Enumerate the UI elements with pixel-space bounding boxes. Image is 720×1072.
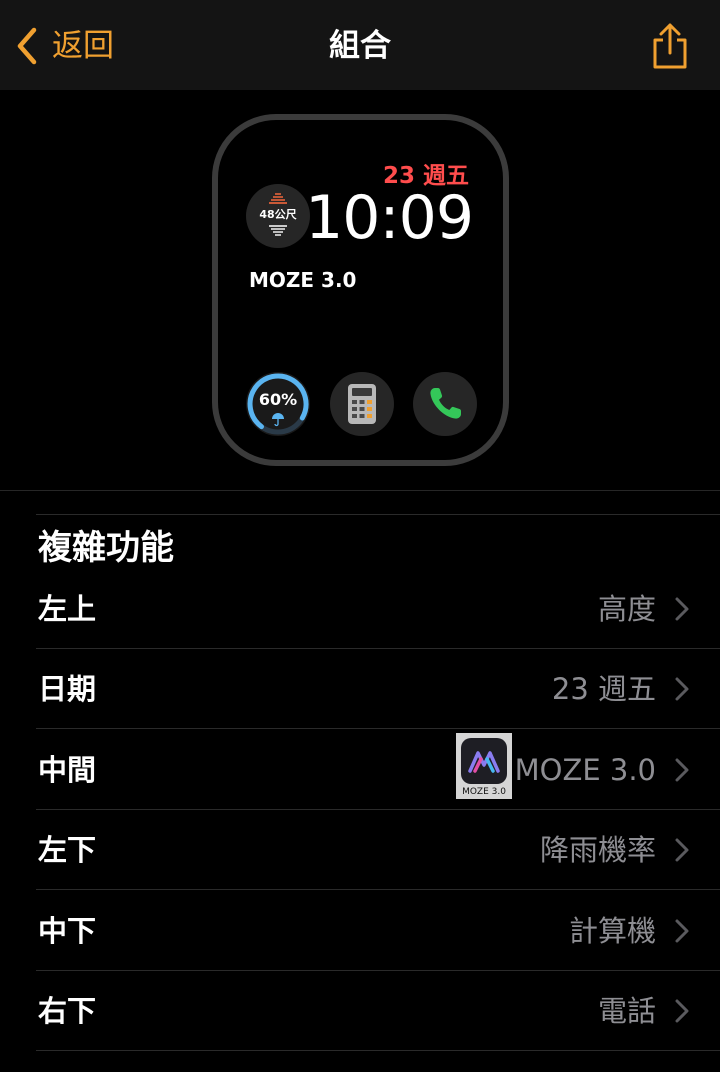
page-title: 組合 — [329, 28, 391, 64]
chevron-right-icon — [675, 597, 689, 621]
watch-face-preview: 23 週五 10:09 48公尺 MOZE 3.0 60% — [212, 114, 509, 466]
umbrella-icon — [272, 413, 284, 427]
row-date[interactable]: 日期 23 週五 — [0, 649, 720, 729]
row-label: 日期 — [38, 672, 97, 706]
altitude-complication: 48公尺 — [246, 184, 310, 248]
row-divider — [36, 728, 720, 729]
share-icon[interactable] — [650, 22, 690, 70]
watch-time: 10:09 — [305, 183, 474, 253]
row-label: 中下 — [38, 914, 97, 948]
row-label: 右下 — [38, 994, 97, 1028]
chevron-right-icon — [675, 677, 689, 701]
calculator-complication — [330, 372, 394, 436]
row-value: 23 週五 — [551, 672, 656, 706]
navigation-bar: 返回 組合 — [0, 0, 720, 90]
moze-app-icon: MOZE 3.0 — [456, 733, 512, 799]
row-bottom-middle[interactable]: 中下 計算機 — [0, 891, 720, 971]
row-value: 計算機 — [568, 914, 656, 948]
moze-app-icon-glyph — [461, 738, 507, 784]
altitude-value: 48公尺 — [259, 208, 297, 221]
chevron-right-icon — [675, 838, 689, 862]
phone-complication — [413, 372, 477, 436]
chevron-right-icon — [675, 919, 689, 943]
rain-chance-value: 60% — [258, 390, 298, 409]
calculator-icon — [348, 384, 376, 424]
row-divider — [36, 889, 720, 890]
divider — [36, 514, 720, 515]
row-top-left[interactable]: 左上 高度 — [0, 569, 720, 649]
row-divider — [36, 1050, 720, 1051]
row-value: 降雨機率 — [539, 833, 656, 867]
row-value: MOZE 3.0 — [514, 753, 656, 787]
chevron-right-icon — [675, 999, 689, 1023]
phone-icon — [430, 388, 461, 419]
row-label: 左上 — [38, 592, 97, 626]
row-middle[interactable]: 中間 MOZE 3.0 MOZE 3.0 — [0, 730, 720, 810]
row-label: 中間 — [38, 753, 97, 787]
moze-app-icon-caption: MOZE 3.0 — [462, 787, 506, 797]
row-label: 左下 — [38, 833, 97, 867]
row-bottom-left[interactable]: 左下 降雨機率 — [0, 810, 720, 890]
row-value: 電話 — [597, 994, 656, 1028]
section-title-complications: 複雜功能 — [38, 528, 174, 568]
chevron-right-icon — [675, 758, 689, 782]
watch-middle-complication: MOZE 3.0 — [249, 268, 357, 292]
row-bottom-right[interactable]: 右下 電話 — [0, 971, 720, 1051]
rain-chance-complication: 60% — [246, 372, 310, 436]
moze-logo-icon — [468, 751, 500, 773]
divider — [0, 490, 720, 491]
row-value: 高度 — [597, 592, 656, 626]
